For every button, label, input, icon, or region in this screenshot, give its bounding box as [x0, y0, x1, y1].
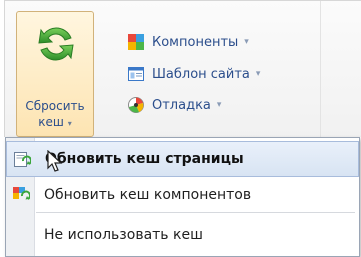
debug-button[interactable]: Отладка ▾	[127, 93, 221, 117]
mouse-cursor-icon	[46, 149, 66, 174]
chevron-down-icon: ▾	[216, 100, 222, 110]
reset-cache-line1: Сбросить	[25, 99, 85, 113]
refresh-components-icon	[12, 186, 31, 204]
reset-cache-line2: кеш	[38, 115, 64, 129]
refresh-icon	[34, 22, 78, 66]
chevron-down-icon: ▾	[255, 69, 261, 79]
debug-label: Отладка	[152, 97, 211, 113]
template-icon	[127, 65, 145, 83]
reset-cache-button[interactable]: Сбросить кеш ▾	[16, 11, 94, 137]
components-button[interactable]: Компоненты ▾	[127, 30, 249, 54]
reset-cache-caption: Сбросить кеш ▾	[17, 98, 93, 132]
chevron-down-icon: ▾	[67, 119, 72, 128]
chevron-down-icon: ▾	[244, 37, 249, 47]
site-template-button[interactable]: Шаблон сайта ▾	[127, 62, 260, 86]
components-icon	[127, 33, 145, 51]
menu-item-label: Обновить кеш компонентов	[44, 187, 252, 203]
menu-item-label: Обновить кеш страницы	[45, 151, 244, 167]
menu-item-label: Не использовать кеш	[44, 227, 203, 243]
components-label: Компоненты	[152, 34, 239, 50]
menu-item-disable-cache[interactable]: Не использовать кеш	[6, 217, 359, 253]
debug-icon	[127, 96, 145, 114]
menu-divider	[36, 212, 355, 213]
toolbar-divider	[320, 1, 321, 138]
refresh-page-icon	[13, 151, 32, 169]
site-template-label: Шаблон сайта	[152, 66, 250, 82]
menu-item-refresh-components-cache[interactable]: Обновить кеш компонентов	[6, 177, 359, 213]
admin-toolbar: Сбросить кеш ▾ Компоненты ▾ Шаблон сайта…	[4, 0, 361, 138]
